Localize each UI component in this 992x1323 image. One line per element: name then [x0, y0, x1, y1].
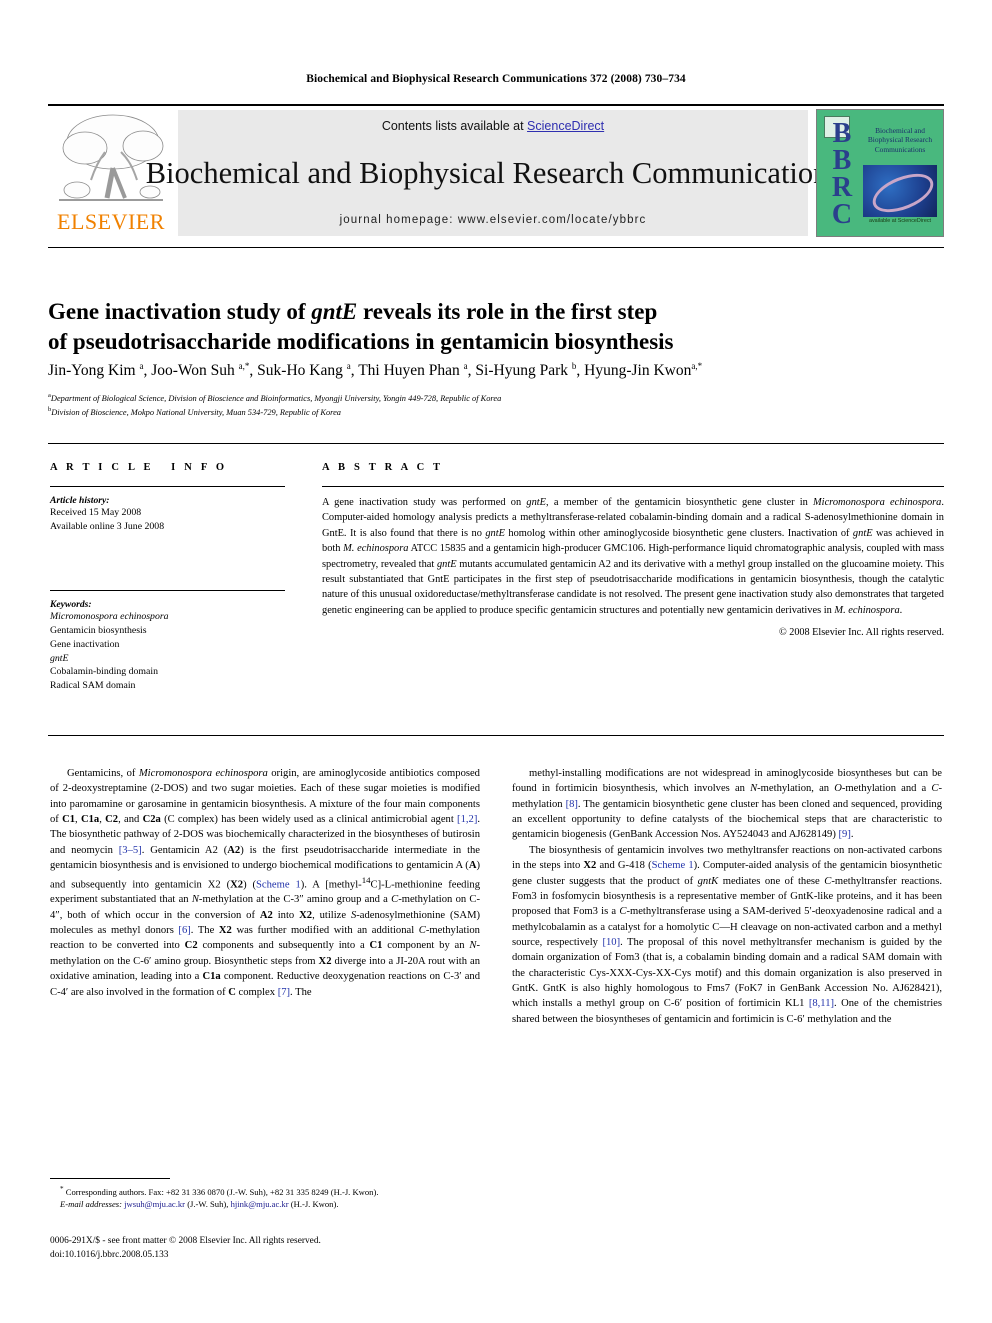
elsevier-wordmark: ELSEVIER	[57, 209, 165, 234]
title-part-1: Gene inactivation study of	[48, 299, 312, 325]
footnote-block: * Corresponding authors. Fax: +82 31 336…	[50, 1184, 480, 1210]
contents-available-line: Contents lists available at ScienceDirec…	[382, 119, 604, 133]
email-addresses-note[interactable]: E-mail addresses: jwsuh@mju.ac.kr (J.-W.…	[50, 1198, 480, 1210]
cover-artwork-image	[863, 165, 937, 217]
running-head: Biochemical and Biophysical Research Com…	[306, 73, 686, 85]
article-info-heading: A R T I C L E I N F O	[50, 462, 228, 473]
affiliations: aDepartment of Biological Science, Divis…	[48, 391, 944, 419]
affiliation-a-text: Department of Biological Science, Divisi…	[50, 393, 502, 403]
keyword-item: Radical SAM domain	[50, 680, 136, 692]
title-line-2: of pseudotrisaccharide modifications in …	[48, 328, 674, 354]
keyword-item: Micromonospora echinospora	[50, 610, 169, 622]
doi-line[interactable]: doi:10.1016/j.bbrc.2008.05.133	[50, 1249, 510, 1263]
cover-bbrc-letters: BBRC	[831, 118, 853, 231]
sciencedirect-link[interactable]: ScienceDirect	[527, 119, 604, 133]
affiliation-b: bDivision of Bioscience, Mokpo National …	[48, 405, 944, 419]
cover-journal-title: Biochemical and Biophysical Research Com…	[867, 126, 933, 154]
article-history-label: Article history:	[50, 495, 110, 506]
masthead-top-rule	[48, 104, 944, 106]
journal-homepage[interactable]: journal homepage: www.elsevier.com/locat…	[340, 214, 647, 226]
footer-issn-block: 0006-291X/$ - see front matter © 2008 El…	[50, 1235, 510, 1262]
abstract-rule	[322, 486, 944, 487]
author-list: Jin-Yong Kim a, Joo-Won Suh a,*, Suk-Ho …	[48, 361, 703, 380]
journal-masthead: ELSEVIER Contents lists available at Sci…	[48, 104, 944, 238]
journal-cover-thumbnail: BBRC Biochemical and Biophysical Researc…	[816, 109, 944, 237]
masthead-center-band: Contents lists available at ScienceDirec…	[146, 110, 840, 236]
info-band-bottom-rule	[48, 735, 944, 736]
keywords-label: Keywords:	[50, 598, 92, 610]
abstract-heading: A B S T R A C T	[322, 462, 444, 473]
body-paragraph: The biosynthesis of gentamicin involves …	[512, 844, 942, 1025]
cover-sciencedirect-note: available at ScienceDirect	[868, 218, 932, 224]
title-divider	[48, 247, 944, 248]
page-title: Gene inactivation study of gntE reveals …	[48, 297, 908, 355]
abstract-column: A B S T R A C T A gene inactivation stud…	[322, 462, 944, 638]
article-info-column: A R T I C L E I N F O Article history: R…	[50, 462, 285, 693]
article-received-date: Received 15 May 2008	[50, 507, 142, 518]
body-column-right: methyl-installing modifications are not …	[512, 766, 942, 1027]
issn-line: 0006-291X/$ - see front matter © 2008 El…	[50, 1236, 321, 1246]
body-column-left: Gentamicins, of Micromonospora echinospo…	[50, 766, 480, 1000]
body-paragraph: methyl-installing modifications are not …	[512, 768, 942, 841]
contents-prefix: Contents lists available at	[381, 119, 528, 133]
title-part-2: reveals its role in the first step	[357, 299, 658, 325]
body-paragraph: Gentamicins, of Micromonospora echinospo…	[50, 768, 481, 998]
affiliation-b-text: Division of Bioscience, Mokpo National U…	[51, 407, 341, 417]
article-page: Biochemical and Biophysical Research Com…	[0, 0, 992, 1323]
keyword-item: Gene inactivation	[50, 638, 120, 650]
title-gene-name: gntE	[311, 299, 358, 325]
article-info-rule-2	[50, 589, 285, 591]
footnote-rule	[50, 1178, 170, 1179]
keyword-item: Cobalamin-binding domain	[50, 666, 159, 678]
article-info-rule-1	[50, 486, 285, 487]
corresponding-author-note: * Corresponding authors. Fax: +82 31 336…	[60, 1185, 379, 1197]
affiliation-a: aDepartment of Biological Science, Divis…	[48, 391, 944, 405]
abstract-copyright: © 2008 Elsevier Inc. All rights reserved…	[778, 627, 944, 639]
keywords-list: Micromonospora echinospora Gentamicin bi…	[50, 610, 285, 693]
journal-name: Biochemical and Biophysical Research Com…	[145, 156, 841, 191]
keyword-item: Gentamicin biosynthesis	[50, 624, 147, 636]
abstract-text: A gene inactivation study was performed …	[322, 497, 944, 616]
article-available-online-date: Available online 3 June 2008	[50, 520, 165, 532]
keyword-item: gntE	[50, 652, 69, 664]
info-band-top-rule	[48, 443, 944, 444]
